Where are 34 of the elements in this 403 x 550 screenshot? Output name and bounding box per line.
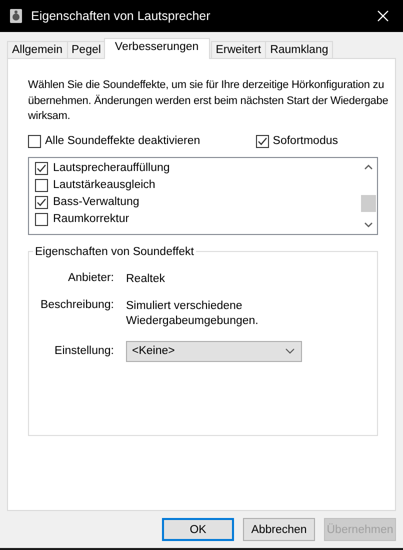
- checkbox[interactable]: [256, 134, 269, 148]
- tab[interactable]: Pegel: [66, 41, 106, 58]
- tab[interactable]: Raumklang: [265, 41, 334, 58]
- field-value: Simuliert verschiedene Wiedergabeumgebungen.: [126, 298, 260, 328]
- field-value: Realtek: [126, 272, 166, 286]
- dialog-button[interactable]: OK: [162, 518, 234, 541]
- chevron-down-icon: [285, 348, 295, 354]
- scrollbar-thumb[interactable]: [361, 195, 376, 212]
- tab[interactable]: Verbesserungen: [104, 38, 210, 59]
- instruction-text: Wählen Sie die Soundeffekte, um sie für Ihre derzeitige Hörkonfiguration zu übernehmen. Änderungen werden erst beim nächsten Start der Wiedergabe wirksam.: [28, 78, 390, 124]
- effect-label: Raumkorrektur: [53, 213, 130, 225]
- tab[interactable]: Allgemein: [7, 41, 68, 58]
- speaker-icon: [9, 8, 23, 24]
- checkbox[interactable]: [35, 196, 48, 208]
- effect-label: Bass-Verwaltung: [53, 196, 140, 208]
- window-title: Eigenschaften von Lautsprecher: [31, 9, 212, 23]
- field-label: Einstellung:: [54, 345, 114, 357]
- checkbox[interactable]: [35, 178, 48, 192]
- scroll-up-icon[interactable]: [364, 164, 373, 170]
- checkbox-label: Alle Soundeffekte deaktivieren: [45, 135, 200, 147]
- setting-dropdown[interactable]: <Keine>: [126, 340, 302, 362]
- checkbox-label: Sofortmodus: [272, 135, 338, 147]
- field-label: Beschreibung:: [39, 298, 114, 312]
- dialog-button[interactable]: Abbrechen: [243, 518, 315, 541]
- tab[interactable]: Erweitert: [210, 41, 266, 58]
- effect-label: Lautsprecherauffüllung: [53, 162, 170, 174]
- scroll-down-icon[interactable]: [364, 222, 373, 228]
- close-icon[interactable]: [377, 10, 389, 22]
- field-label: Anbieter:: [66, 272, 114, 286]
- effect-label: Lautstärkeausgleich: [53, 179, 156, 191]
- checkbox[interactable]: [35, 162, 48, 174]
- checkbox[interactable]: [35, 212, 48, 226]
- group-title: Eigenschaften von Soundeffekt: [34, 246, 195, 258]
- checkbox[interactable]: [28, 134, 41, 148]
